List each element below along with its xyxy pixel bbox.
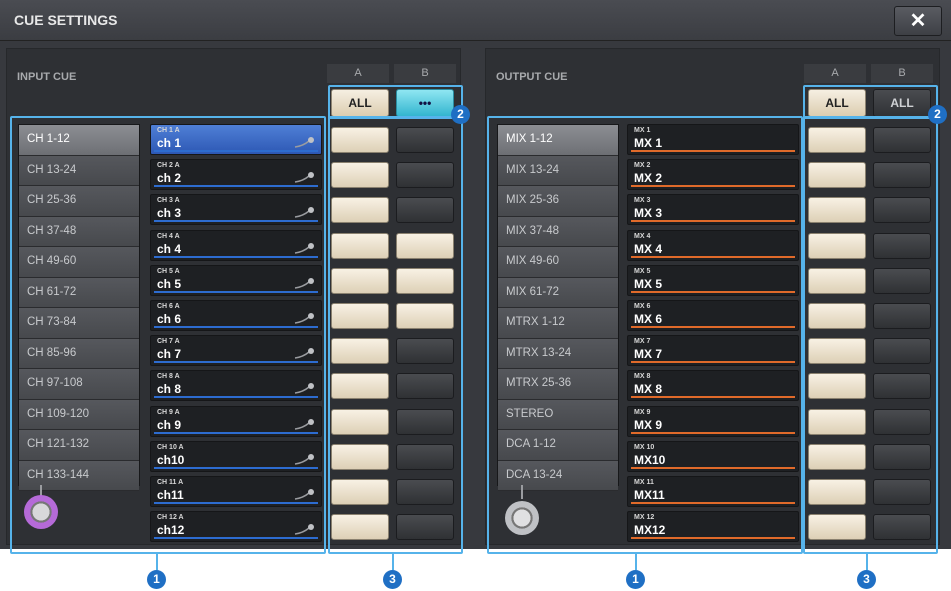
callout-line [635,552,637,570]
callout-box-3-output [803,116,938,554]
callout-box-2-output [803,85,938,119]
callout-badge-1: 1 [147,570,166,589]
close-button[interactable]: ✕ [894,6,942,36]
callout-badge-1: 1 [626,570,645,589]
callout-box-1-output [487,116,803,554]
callout-badge-2: 2 [451,105,470,124]
callout-line [392,552,394,570]
input-cue-label: INPUT CUE [17,71,77,83]
callout-box-3-input [328,116,463,554]
output-col-b-header: B [871,64,933,83]
output-cue-label: OUTPUT CUE [496,71,568,83]
window-title: CUE SETTINGS [14,12,118,28]
callout-line [156,552,158,570]
input-col-a-header: A [327,64,389,83]
callout-box-1-input [10,116,326,554]
callout-badge-3: 3 [857,570,876,589]
input-col-b-header: B [394,64,456,83]
title-bar: CUE SETTINGS ✕ [0,0,951,41]
callout-box-2-input [328,85,463,119]
callout-line [866,552,868,570]
output-col-a-header: A [804,64,866,83]
callout-badge-2: 2 [928,105,947,124]
close-icon: ✕ [909,10,927,32]
callout-badge-3: 3 [383,570,402,589]
